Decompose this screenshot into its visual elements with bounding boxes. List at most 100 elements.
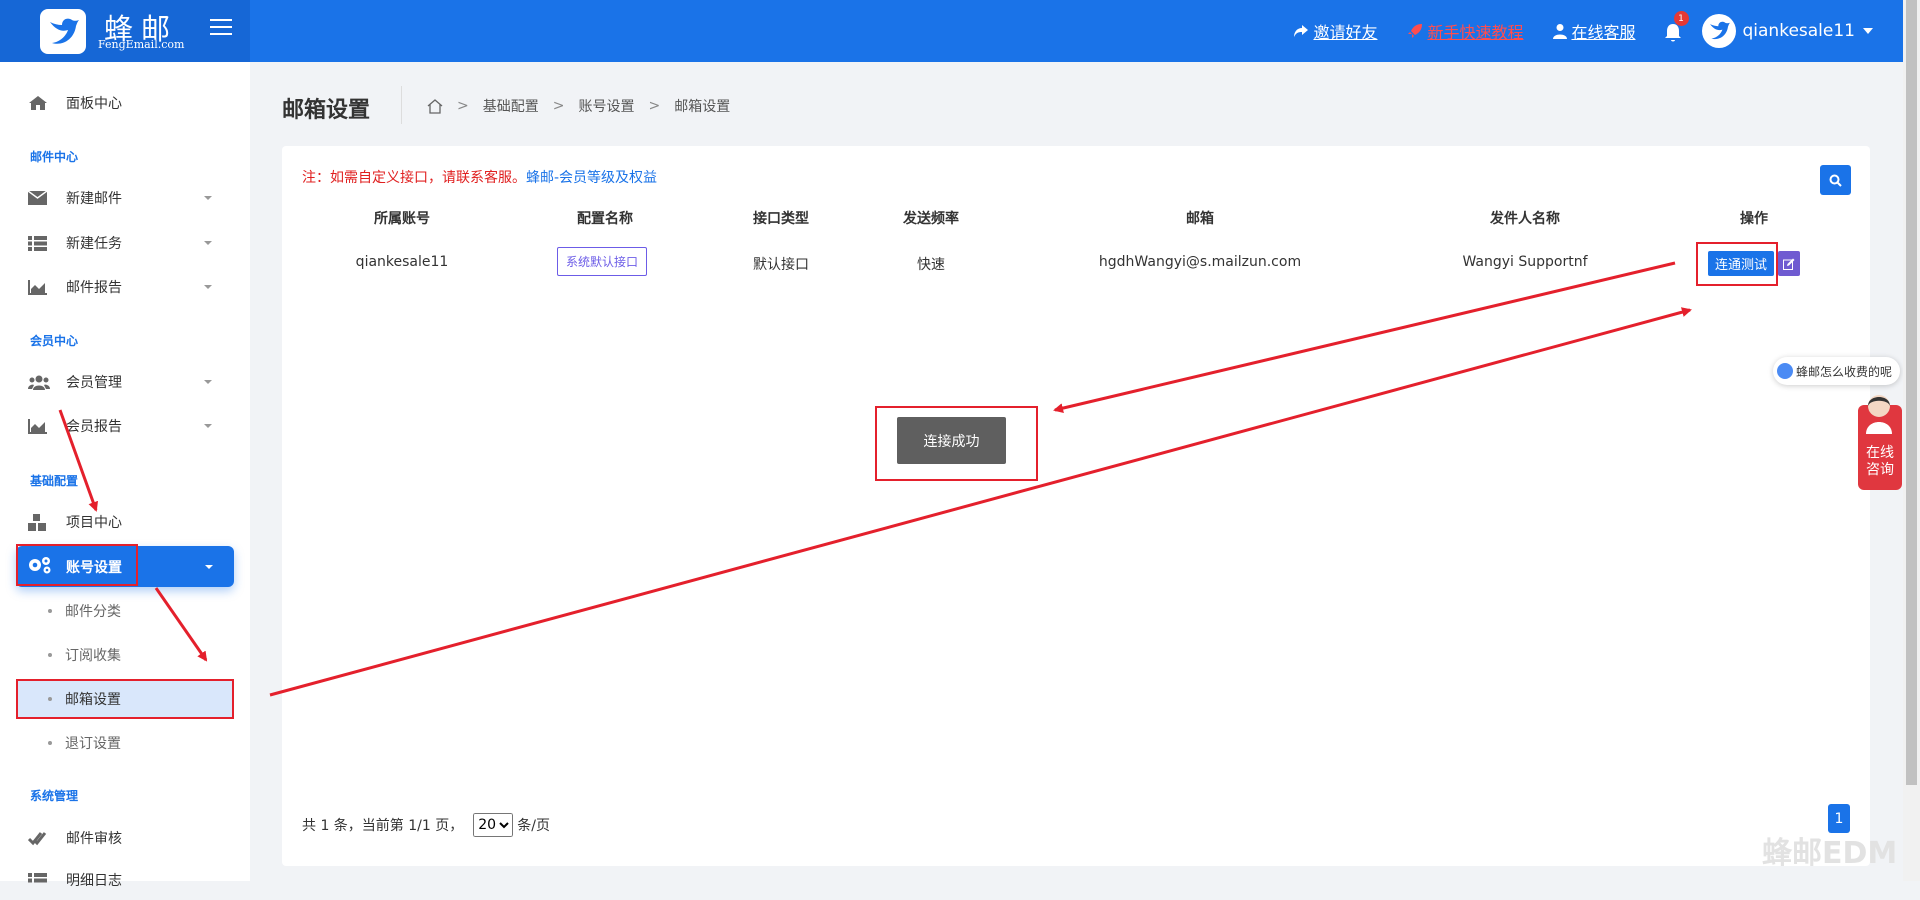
breadcrumb-item[interactable]: 账号设置 [578,96,634,116]
home-icon [28,93,50,113]
notification-badge: 1 [1673,11,1689,26]
sidebar-label: 项目中心 [66,515,122,531]
member-level-link[interactable]: 蜂邮-会员等级及权益 [526,170,657,186]
annotation-box-test-button [1696,242,1778,286]
sidebar-group-mail: 邮件中心 [30,150,79,164]
online-consult-line2: 咨询 [1866,462,1894,478]
avatar[interactable] [1701,14,1736,48]
caret-down-icon [204,380,212,384]
sidebar-item-dashboard[interactable]: 面板中心 [0,83,250,123]
scrollbar-thumb[interactable] [1906,0,1917,785]
cell-account: qiankesale11 [355,254,449,270]
cell-email: hgdhWangyi@s.mailzun.com [1098,254,1302,270]
brand-subtitle: FengEmail.com [98,38,185,51]
user-icon [1553,24,1568,39]
annotation-box-mailbox-settings [16,679,234,719]
content-card [282,146,1870,866]
search-icon [1829,174,1842,187]
col-header-config: 配置名称 [577,211,633,227]
cell-frequency: 快速 [917,257,945,273]
edit-button[interactable] [1778,251,1800,276]
search-button[interactable] [1820,165,1851,195]
invite-label: 邀请好友 [1313,23,1378,42]
share-icon [1294,25,1309,37]
envelope-icon [28,188,50,208]
sidebar-label: 会员管理 [66,375,122,391]
sidebar-label: 新建邮件 [66,191,122,207]
sidebar-label: 面板中心 [66,96,122,112]
cubes-icon [28,512,50,532]
chevron-down-icon[interactable] [1863,28,1873,34]
bird-logo-icon[interactable] [40,9,86,54]
tutorial-label: 新手快速教程 [1427,23,1524,42]
breadcrumb: > 基础配置 > 账号设置 > 邮箱设置 [427,96,730,116]
bullet-dot [48,741,52,745]
sidebar-sub-label: 邮件分类 [65,604,121,620]
list-icon [28,870,50,890]
bell-icon [1664,24,1681,42]
sidebar-sub-subscribe-collect[interactable]: 订阅收集 [16,635,234,675]
rocket-icon [1408,24,1423,38]
chat-bubble-text: 蜂邮怎么收费的呢 [1796,364,1893,379]
brand-area: 蜂邮 FengEmail.com [0,0,250,62]
caret-down-icon [204,285,212,289]
config-name-tag[interactable]: 系统默认接口 [557,247,648,276]
breadcrumb-separator: > [457,98,469,114]
bullet-dot [48,653,52,657]
sidebar-sub-unsubscribe-settings[interactable]: 退订设置 [16,723,234,763]
chat-bubble[interactable]: 蜂邮怎么收费的呢 [1773,357,1901,385]
top-nav: 邀请好友 新手快速教程 在线客服 1 qiankesale11 [1263,0,1920,62]
bullet-dot [48,609,52,613]
page-size-select[interactable]: 20 [473,813,514,837]
col-header-account: 所属账号 [374,211,430,227]
area-chart-icon [28,277,50,297]
sidebar-item-mail-report[interactable]: 邮件报告 [0,267,250,307]
page-title: 邮箱设置 [282,98,371,123]
support-link[interactable]: 在线客服 [1553,19,1636,43]
brand-watermark: 蜂邮EDM [1762,836,1898,871]
double-check-icon [28,828,50,848]
vertical-scrollbar[interactable] [1903,0,1920,881]
sidebar-sub-mail-category[interactable]: 邮件分类 [16,591,234,631]
annotation-box-account-settings [16,544,138,586]
sidebar-item-mail-review[interactable]: 邮件审核 [0,818,250,858]
support-label: 在线客服 [1571,23,1636,42]
notification-bell[interactable]: 1 [1664,11,1689,43]
sidebar-group-member: 会员中心 [30,334,79,348]
col-header-type: 接口类型 [753,211,809,227]
sidebar-sub-label: 订阅收集 [65,648,121,664]
breadcrumb-separator: > [648,98,661,114]
tutorial-link[interactable]: 新手快速教程 [1407,19,1523,43]
sidebar-sub-label: 退订设置 [65,736,121,752]
sidebar-item-member-mgmt[interactable]: 会员管理 [0,362,250,402]
sidebar-group-system: 系统管理 [30,789,79,803]
top-bar: 蜂邮 FengEmail.com 邀请好友 新手快速教程 在线客服 1 qian… [0,0,1920,62]
sidebar-item-member-report[interactable]: 会员报告 [0,406,250,446]
cell-sender: Wangyi Supportnf [1462,254,1588,270]
breadcrumb-item: 邮箱设置 [674,99,731,115]
col-header-actions: 操作 [1740,211,1768,227]
annotation-box-toast [875,406,1038,481]
sidebar-item-mail-log[interactable]: 明细日志 [0,860,250,900]
caret-down-icon [204,196,212,200]
users-icon [28,372,50,392]
sidebar-item-new-task[interactable]: 新建任务 [0,223,250,263]
menu-toggle-icon[interactable] [210,19,232,37]
list-icon [28,233,50,253]
agent-avatar-icon [1866,395,1892,434]
sidebar-label: 邮件报告 [66,280,122,296]
sidebar-group-basic: 基础配置 [30,474,79,488]
username[interactable]: qiankesale11 [1743,21,1856,41]
pagination-info: 共 1 条，当前第 1/1 页， 20 条/页 [302,813,550,837]
online-consult-line1: 在线 [1866,445,1894,461]
home-icon[interactable] [427,98,443,114]
sidebar-label: 邮件审核 [66,831,122,847]
page-size-unit: 条/页 [517,818,550,834]
notice-text: 注：如需自定义接口，请联系客服。 [302,170,526,186]
sidebar-item-project-center[interactable]: 项目中心 [0,502,250,542]
caret-down-icon [204,241,212,245]
sidebar-item-new-mail[interactable]: 新建邮件 [0,178,250,218]
caret-down-icon [205,564,213,569]
breadcrumb-item[interactable]: 基础配置 [483,96,539,116]
invite-link[interactable]: 邀请好友 [1293,19,1377,43]
